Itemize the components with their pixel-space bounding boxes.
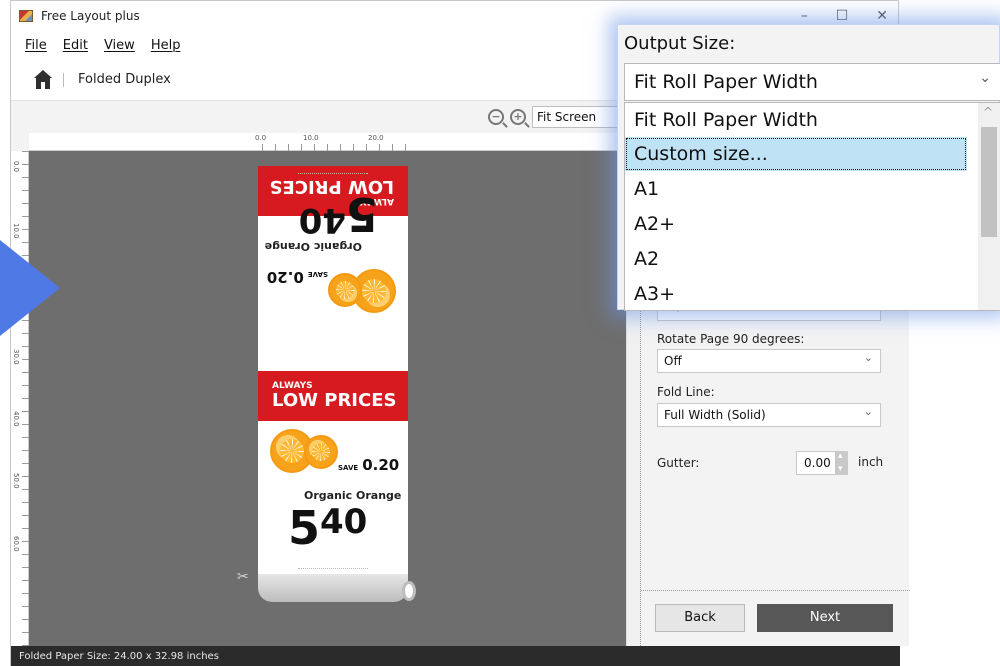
gutter-label: Gutter:	[657, 456, 700, 470]
always-low-prices-banner: ALWAYS LOW PRICES	[258, 371, 408, 421]
scissors-icon: ✂	[237, 569, 249, 585]
cut-line	[298, 170, 368, 174]
screen: Free Layout plus – ☐ ✕ File Edit View He…	[0, 0, 1000, 666]
ruler-ticks	[22, 151, 29, 646]
status-bar: Folded Paper Size: 24.00 x 32.98 inches	[11, 646, 900, 666]
breadcrumb-current: Folded Duplex	[78, 72, 171, 87]
back-button[interactable]: Back	[655, 604, 745, 632]
ruler-label: 30.0	[12, 349, 20, 365]
zoom-select[interactable]: Fit Screen	[532, 106, 618, 128]
ruler-label: 10.0	[303, 134, 319, 142]
chevron-up-icon[interactable]: ^	[983, 105, 993, 119]
view-toolbar: − + Fit Screen	[11, 101, 626, 133]
dropdown-option[interactable]: A1	[625, 172, 967, 206]
dropdown-option[interactable]: A2+	[625, 207, 967, 241]
orange-image	[304, 435, 338, 469]
menu-file[interactable]: File	[25, 38, 47, 53]
gutter-input[interactable]: 0.00	[796, 451, 836, 475]
orange-image	[328, 273, 362, 307]
ruler-ticks	[262, 144, 412, 151]
price: 540	[288, 501, 368, 555]
ruler-label: 60.0	[12, 536, 20, 552]
save-amount: SAVE0.20	[266, 268, 328, 286]
output-size-label: Output Size:	[624, 33, 736, 54]
menu-edit[interactable]: Edit	[63, 38, 88, 53]
gutter-stepper[interactable]	[836, 451, 848, 475]
app-logo-icon	[19, 10, 33, 22]
vertical-ruler: 0.0 10.0 20.0 30.0 40.0 50.0 60.0	[11, 151, 29, 646]
dropdown-scrollbar[interactable]: ^	[978, 103, 1000, 310]
paper-roll	[258, 574, 408, 602]
maximize-icon[interactable]: ☐	[836, 8, 849, 24]
gutter-unit: inch	[858, 455, 884, 469]
menu-help[interactable]: Help	[151, 38, 181, 53]
ruler-label: 0.0	[255, 134, 267, 142]
label-preview: ALWAYS LOW PRICES SAVE0.20 Organic Orang…	[258, 166, 408, 576]
window-title: Free Layout plus	[41, 9, 140, 23]
rotate-label: Rotate Page 90 degrees:	[657, 332, 805, 346]
rotate-select[interactable]: Off	[657, 347, 881, 373]
dropdown-option[interactable]: A3+	[625, 277, 967, 310]
paper-roll-end	[402, 581, 416, 601]
label-back-side: ALWAYS LOW PRICES SAVE0.20 Organic Orang…	[258, 166, 408, 371]
cut-line	[298, 568, 368, 572]
zoom-out-icon[interactable]: −	[488, 109, 504, 125]
preview-canvas[interactable]: ALWAYS LOW PRICES SAVE0.20 Organic Orang…	[29, 151, 626, 646]
home-icon[interactable]	[33, 69, 53, 90]
output-size-select[interactable]: Fit Roll Paper Width	[624, 60, 1000, 101]
save-amount: SAVE0.20	[338, 456, 400, 474]
ruler-label: 10.0	[12, 223, 20, 239]
price: 540	[298, 187, 378, 241]
minimize-icon[interactable]: –	[801, 8, 808, 24]
menu-view[interactable]: View	[104, 38, 135, 53]
fold-line-label: Fold Line:	[657, 385, 715, 399]
callout-arrow-icon	[0, 240, 60, 336]
ruler-label: 50.0	[12, 473, 20, 489]
next-button[interactable]: Next	[757, 604, 893, 632]
dropdown-option[interactable]: A2	[625, 242, 967, 276]
label-front-side: ALWAYS LOW PRICES SAVE 0.20 Organic Orang…	[258, 371, 408, 576]
product-name: Organic Orange	[264, 240, 362, 253]
ruler-label: 40.0	[12, 411, 20, 427]
horizontal-ruler: 0.0 10.0 20.0	[29, 133, 626, 151]
close-icon[interactable]: ✕	[876, 8, 888, 24]
ruler-label: 20.0	[368, 134, 384, 142]
output-size-dropdown: Fit Roll Paper Width Custom size... A1 A…	[624, 102, 1000, 311]
ruler-label: 0.0	[12, 161, 20, 173]
output-size-callout: Output Size: Fit Roll Paper Width Fit Ro…	[617, 24, 1000, 311]
scrollbar-thumb[interactable]	[981, 127, 997, 237]
dropdown-option[interactable]: Fit Roll Paper Width	[625, 103, 967, 137]
fold-line-select[interactable]: Full Width (Solid)	[657, 401, 881, 427]
breadcrumb-separator	[63, 72, 64, 87]
zoom-in-icon[interactable]: +	[510, 109, 526, 125]
dropdown-option[interactable]: Custom size...	[625, 137, 967, 171]
